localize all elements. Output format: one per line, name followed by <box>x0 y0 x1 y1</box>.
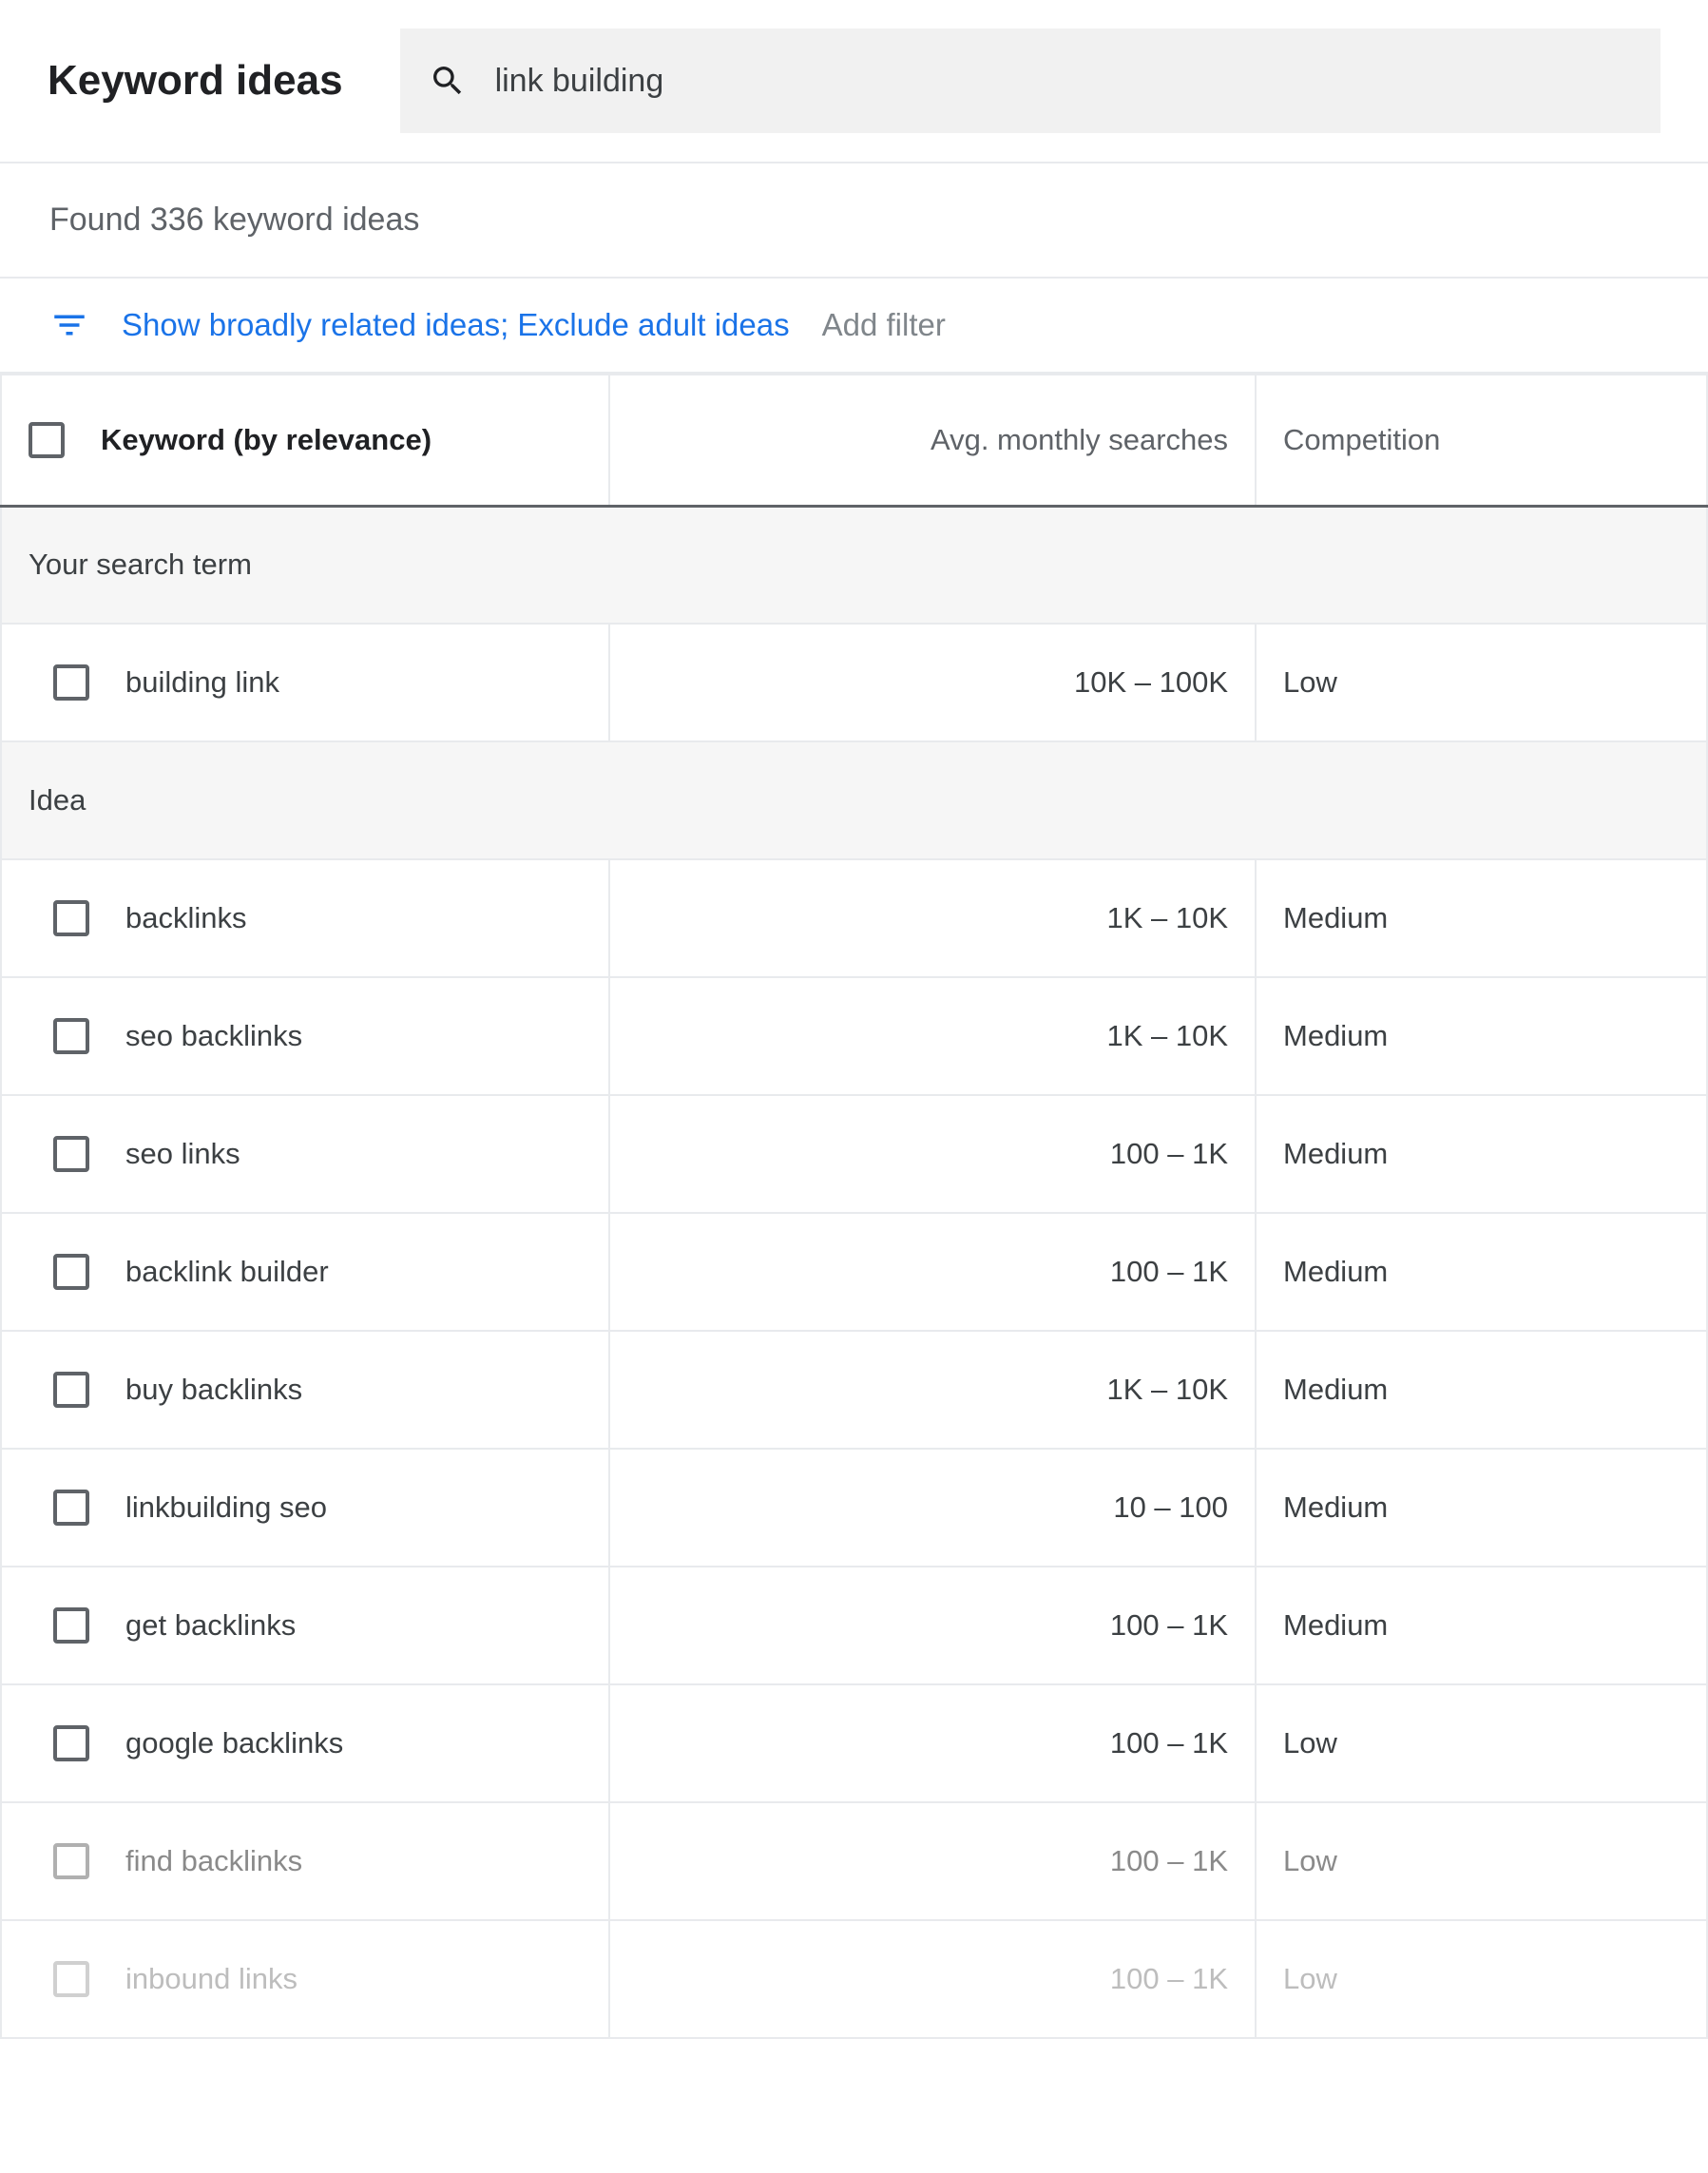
keyword-table: Keyword (by relevance) Avg. monthly sear… <box>0 374 1708 2039</box>
section-row: Idea <box>1 741 1707 859</box>
searches-cell: 1K – 10K <box>609 859 1256 977</box>
add-filter-button[interactable]: Add filter <box>822 307 946 343</box>
keyword-cell: linkbuilding seo <box>125 1490 327 1525</box>
table-row: backlinks 1K – 10KMedium <box>1 859 1707 977</box>
found-results-text: Found 336 keyword ideas <box>0 162 1708 279</box>
search-box[interactable] <box>400 29 1660 133</box>
competition-cell: Medium <box>1256 1213 1707 1331</box>
searches-cell: 10 – 100 <box>609 1449 1256 1567</box>
filter-settings-link[interactable]: Show broadly related ideas; Exclude adul… <box>122 307 790 343</box>
table-row: inbound links 100 – 1KLow <box>1 1920 1707 2038</box>
table-row: google backlinks 100 – 1KLow <box>1 1684 1707 1802</box>
keyword-cell: backlinks <box>125 901 247 935</box>
searches-cell: 1K – 10K <box>609 977 1256 1095</box>
filter-bar: Show broadly related ideas; Exclude adul… <box>0 279 1708 374</box>
table-row: backlink builder 100 – 1KMedium <box>1 1213 1707 1331</box>
keyword-cell: google backlinks <box>125 1726 343 1760</box>
row-checkbox[interactable] <box>53 1961 89 1997</box>
column-searches[interactable]: Avg. monthly searches <box>609 375 1256 506</box>
competition-cell: Medium <box>1256 977 1707 1095</box>
row-checkbox[interactable] <box>53 1018 89 1054</box>
competition-cell: Low <box>1256 1802 1707 1920</box>
table-row: buy backlinks 1K – 10KMedium <box>1 1331 1707 1449</box>
competition-cell: Medium <box>1256 1095 1707 1213</box>
row-checkbox[interactable] <box>53 1136 89 1172</box>
competition-cell: Low <box>1256 1920 1707 2038</box>
row-checkbox[interactable] <box>53 1607 89 1644</box>
table-row: building link 10K – 100KLow <box>1 624 1707 741</box>
page-title: Keyword ideas <box>48 57 343 105</box>
table-row: get backlinks 100 – 1KMedium <box>1 1567 1707 1684</box>
table-row: seo backlinks 1K – 10KMedium <box>1 977 1707 1095</box>
row-checkbox[interactable] <box>53 1254 89 1290</box>
header: Keyword ideas <box>0 0 1708 162</box>
search-icon <box>429 62 467 100</box>
searches-cell: 100 – 1K <box>609 1095 1256 1213</box>
table-row: find backlinks 100 – 1KLow <box>1 1802 1707 1920</box>
searches-cell: 100 – 1K <box>609 1684 1256 1802</box>
row-checkbox[interactable] <box>53 900 89 936</box>
competition-cell: Low <box>1256 1684 1707 1802</box>
row-checkbox[interactable] <box>53 664 89 701</box>
searches-cell: 1K – 10K <box>609 1331 1256 1449</box>
searches-cell: 10K – 100K <box>609 624 1256 741</box>
keyword-cell: find backlinks <box>125 1844 302 1878</box>
column-keyword[interactable]: Keyword (by relevance) <box>101 423 432 457</box>
section-label: Idea <box>1 741 1707 859</box>
table-row: seo links 100 – 1KMedium <box>1 1095 1707 1213</box>
searches-cell: 100 – 1K <box>609 1920 1256 2038</box>
keyword-cell: backlink builder <box>125 1255 329 1289</box>
competition-cell: Medium <box>1256 1567 1707 1684</box>
table-header-row: Keyword (by relevance) Avg. monthly sear… <box>1 375 1707 506</box>
row-checkbox[interactable] <box>53 1490 89 1526</box>
section-row: Your search term <box>1 506 1707 624</box>
keyword-cell: building link <box>125 665 279 700</box>
searches-cell: 100 – 1K <box>609 1567 1256 1684</box>
competition-cell: Medium <box>1256 1331 1707 1449</box>
select-all-checkbox[interactable] <box>29 422 65 458</box>
keyword-cell: inbound links <box>125 1962 297 1996</box>
keyword-cell: seo links <box>125 1137 240 1171</box>
filter-icon <box>49 305 89 345</box>
competition-cell: Medium <box>1256 859 1707 977</box>
table-row: linkbuilding seo 10 – 100Medium <box>1 1449 1707 1567</box>
search-input[interactable] <box>495 63 1632 100</box>
keyword-cell: get backlinks <box>125 1608 296 1643</box>
competition-cell: Medium <box>1256 1449 1707 1567</box>
section-label: Your search term <box>1 506 1707 624</box>
searches-cell: 100 – 1K <box>609 1802 1256 1920</box>
column-competition[interactable]: Competition <box>1256 375 1707 506</box>
keyword-cell: seo backlinks <box>125 1019 302 1053</box>
competition-cell: Low <box>1256 624 1707 741</box>
row-checkbox[interactable] <box>53 1725 89 1761</box>
row-checkbox[interactable] <box>53 1372 89 1408</box>
row-checkbox[interactable] <box>53 1843 89 1879</box>
keyword-cell: buy backlinks <box>125 1373 302 1407</box>
searches-cell: 100 – 1K <box>609 1213 1256 1331</box>
